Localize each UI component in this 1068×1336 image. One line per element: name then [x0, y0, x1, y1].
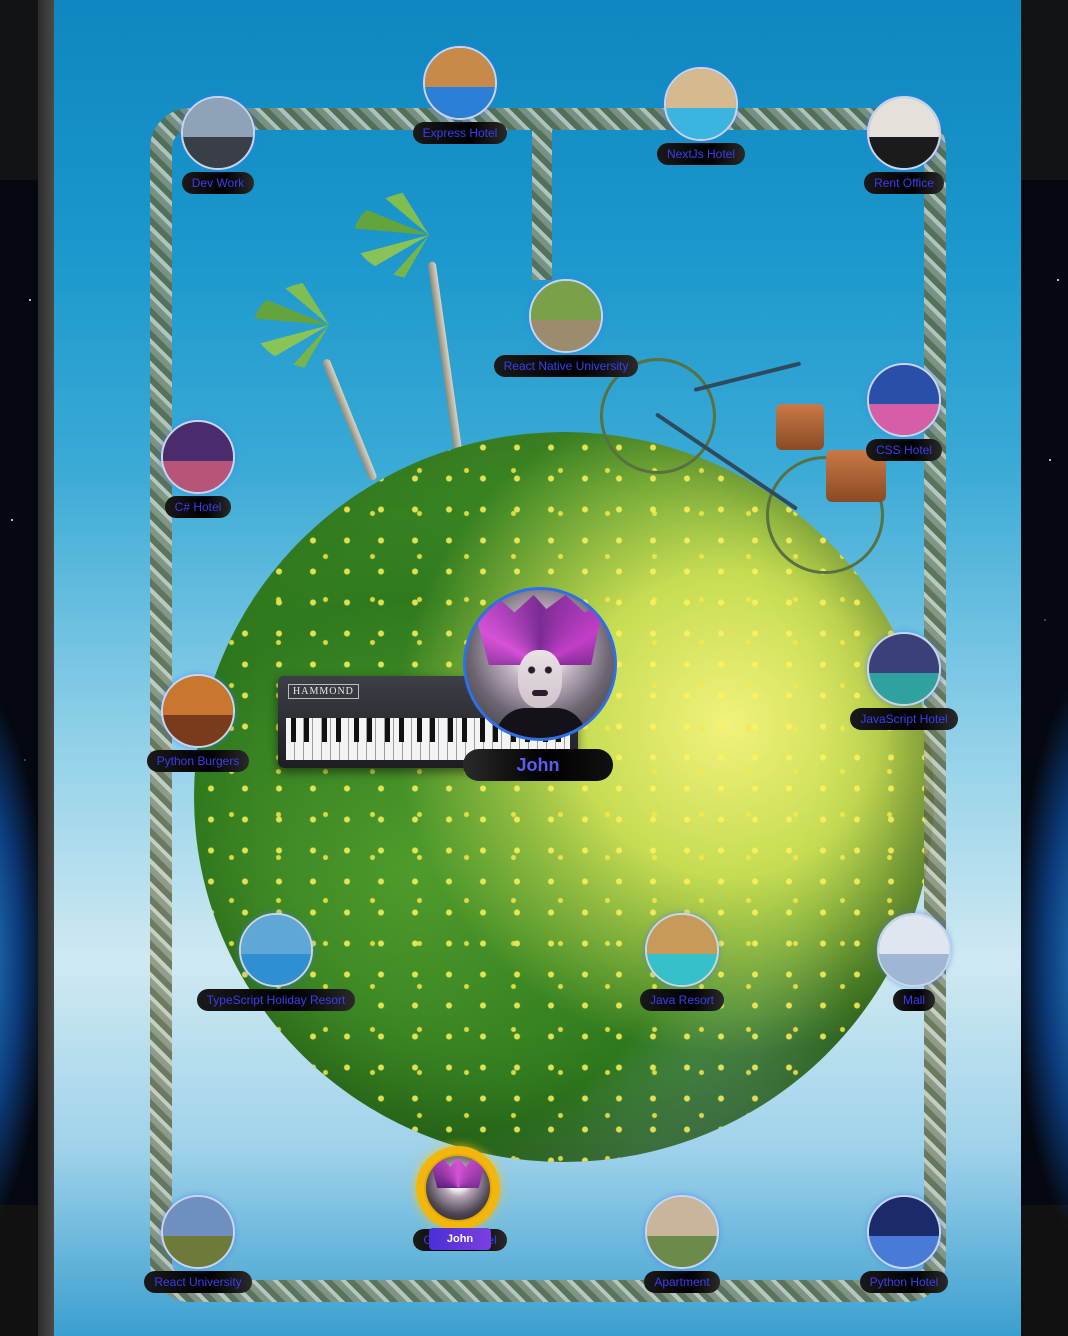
location-python-burgers[interactable]: Python Burgers: [118, 674, 278, 794]
location-python-hotel[interactable]: Python Hotel: [824, 1195, 984, 1315]
location-css-hotel[interactable]: CSS Hotel: [824, 363, 984, 483]
location-thumbnail: [181, 96, 255, 170]
player-name-badge: John: [463, 749, 613, 781]
location-label: NextJs Hotel: [656, 143, 746, 165]
location-thumbnail: [867, 363, 941, 437]
location-thumbnail: [645, 1195, 719, 1269]
location-csharp-hotel[interactable]: C# Hotel: [118, 420, 278, 540]
location-label: Java Resort: [639, 989, 725, 1011]
location-rent-office[interactable]: Rent Office: [824, 96, 984, 216]
location-mall[interactable]: Mall: [834, 913, 994, 1033]
location-thumbnail: [867, 1195, 941, 1269]
avatar-body: [496, 708, 586, 738]
location-label: TypeScript Holiday Resort: [196, 989, 356, 1011]
location-label: JavaScript Hotel: [850, 708, 958, 730]
location-label: Dev Work: [181, 172, 255, 194]
location-thumbnail: [161, 1195, 235, 1269]
location-label: React Native University: [493, 355, 639, 377]
location-label: React University: [144, 1271, 252, 1293]
location-typescript-holiday-resort[interactable]: TypeScript Holiday Resort: [196, 913, 356, 1033]
location-javascript-hotel[interactable]: JavaScript Hotel: [824, 632, 984, 752]
location-thumbnail: [161, 420, 235, 494]
location-thumbnail: [867, 632, 941, 706]
location-label: CSS Hotel: [865, 439, 943, 461]
player-avatar[interactable]: [463, 587, 617, 741]
location-label: Express Hotel: [412, 122, 508, 144]
location-thumbnail: [529, 279, 603, 353]
location-express-hotel[interactable]: Express Hotel: [380, 46, 540, 166]
player-token-name: John: [429, 1228, 491, 1250]
location-apartment[interactable]: Apartment: [602, 1195, 762, 1315]
location-label: Mall: [892, 989, 935, 1011]
location-thumbnail: [664, 67, 738, 141]
keyboard-brand: HAMMOND: [288, 684, 359, 699]
location-label: Rent Office: [864, 172, 944, 194]
location-react-native-university[interactable]: React Native University: [486, 279, 646, 399]
location-thumbnail: [867, 96, 941, 170]
player-token[interactable]: [416, 1146, 500, 1230]
location-dev-work[interactable]: Dev Work: [138, 96, 298, 216]
location-label: C# Hotel: [164, 496, 232, 518]
frame-edge: [38, 0, 54, 1336]
location-thumbnail: [423, 46, 497, 120]
location-label: Python Burgers: [146, 750, 250, 772]
location-java-resort[interactable]: Java Resort: [602, 913, 762, 1033]
location-label: Apartment: [644, 1271, 720, 1293]
player-token-avatar: [424, 1154, 492, 1222]
location-react-university[interactable]: React University: [118, 1195, 278, 1315]
location-label: Python Hotel: [859, 1271, 949, 1293]
avatar-face: [518, 650, 562, 708]
location-thumbnail: [645, 913, 719, 987]
location-nextjs-hotel[interactable]: NextJs Hotel: [621, 67, 781, 187]
location-thumbnail: [161, 674, 235, 748]
location-thumbnail: [239, 913, 313, 987]
location-thumbnail: [877, 913, 951, 987]
